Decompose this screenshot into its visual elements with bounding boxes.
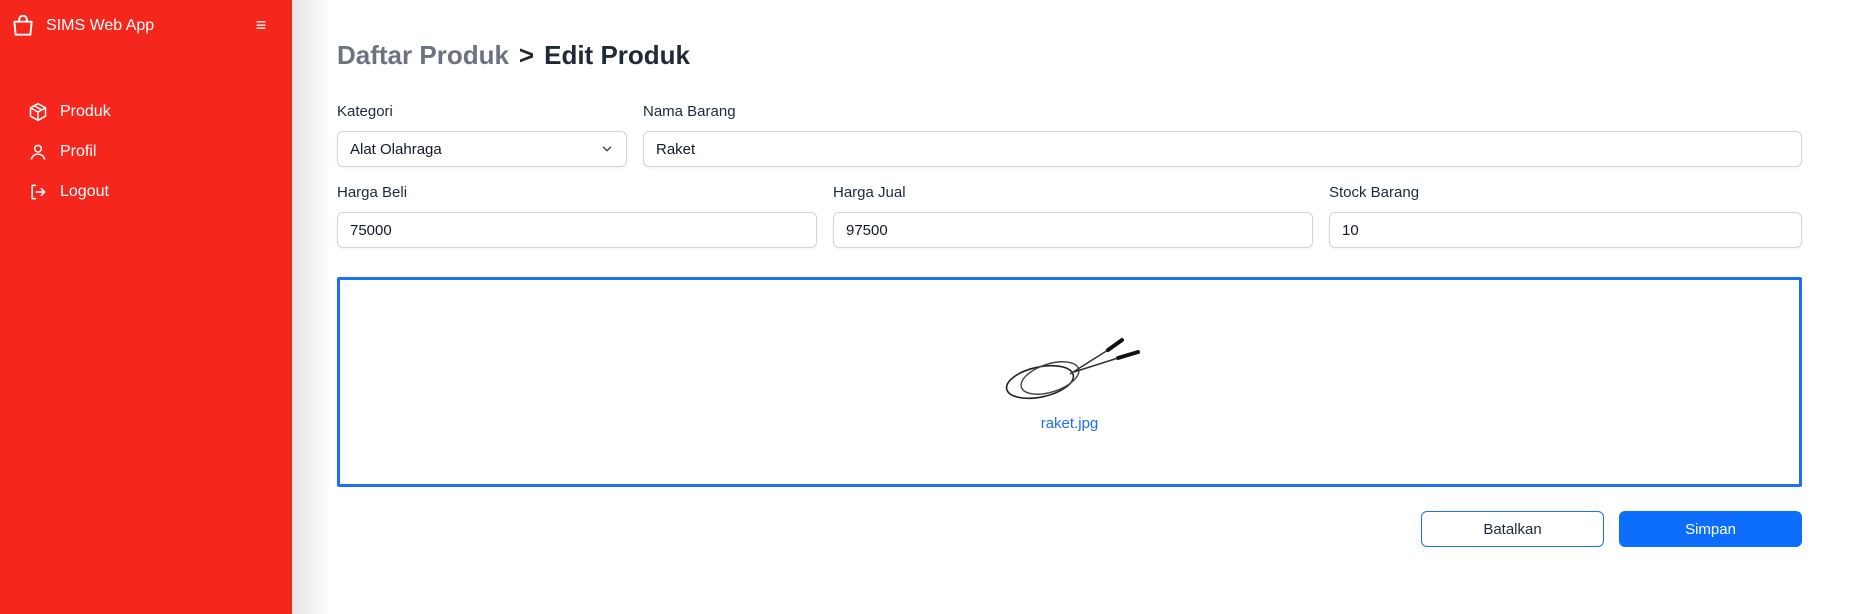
image-upload-dropzone[interactable]: raket.jpg (337, 277, 1802, 487)
sidebar-item-profil[interactable]: Profil (28, 132, 111, 172)
sidebar-item-label: Logout (60, 183, 109, 200)
harga-beli-input[interactable]: 75000 (337, 212, 817, 248)
breadcrumb: Daftar Produk > Edit Produk (337, 40, 690, 71)
kategori-value: Alat Olahraga (350, 140, 442, 158)
stock-barang-label: Stock Barang (1329, 184, 1420, 201)
cancel-button[interactable]: Batalkan (1421, 511, 1604, 547)
logout-icon (31, 184, 46, 200)
sidebar-nav: Produk Profil Logout (28, 92, 111, 212)
kategori-select[interactable]: Alat Olahraga (337, 131, 627, 167)
sidebar-item-logout[interactable]: Logout (28, 172, 111, 212)
upload-filename: raket.jpg (1040, 415, 1099, 432)
box-icon (29, 102, 47, 122)
main-content: Daftar Produk > Edit Produk Kategori Alat … (337, 0, 1802, 614)
harga-beli-label: Harga Beli (337, 184, 408, 201)
sidebar-item-label: Profil (60, 143, 97, 160)
nama-barang-value: Raket (656, 140, 696, 158)
shopping-bag-icon (13, 14, 33, 36)
stock-barang-input[interactable]: 10 (1329, 212, 1802, 248)
harga-jual-label: Harga Jual (833, 184, 906, 201)
harga-jual-input[interactable]: 97500 (833, 212, 1313, 248)
sidebar-shadow (292, 0, 332, 614)
sidebar-item-label: Produk (60, 103, 111, 120)
stock-barang-value: 10 (1342, 221, 1359, 239)
sidebar: SIMS Web App ≡ Produk Profil Logout (0, 0, 292, 614)
breadcrumb-parent-link[interactable]: Daftar Produk (337, 40, 509, 70)
kategori-label: Kategori (337, 103, 393, 120)
nama-barang-label: Nama Barang (643, 103, 736, 120)
page-title: Edit Produk (544, 40, 691, 70)
nama-barang-input[interactable]: Raket (643, 131, 1802, 167)
harga-beli-value: 75000 (350, 221, 392, 239)
brand[interactable]: SIMS Web App (10, 12, 154, 40)
user-icon (30, 144, 46, 160)
app-title: SIMS Web App (46, 17, 155, 34)
menu-toggle-icon[interactable]: ≡ (250, 14, 272, 36)
breadcrumb-separator: > (518, 40, 535, 70)
sidebar-item-produk[interactable]: Produk (28, 92, 111, 132)
chevron-down-icon (602, 146, 612, 152)
save-button[interactable]: Simpan (1619, 511, 1802, 547)
harga-jual-value: 97500 (846, 221, 888, 239)
racket-image (1005, 338, 1140, 400)
